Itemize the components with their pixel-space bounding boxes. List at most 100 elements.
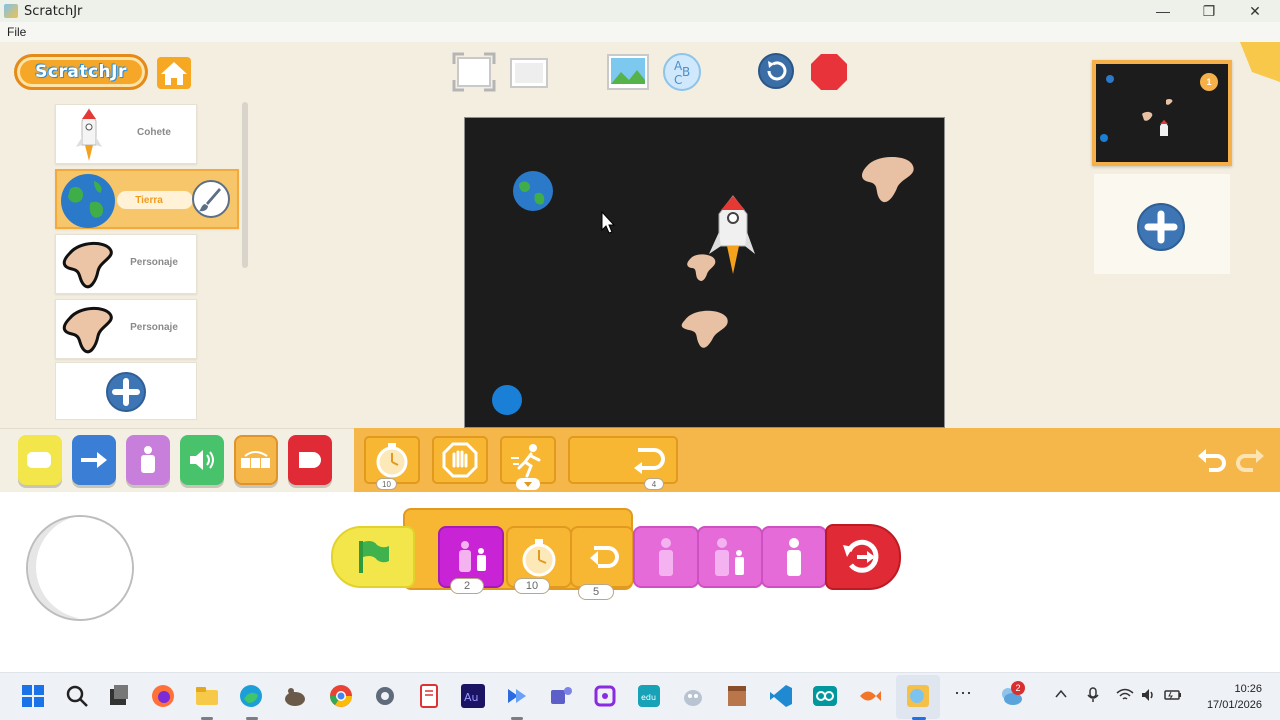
paint-brush-icon[interactable] (191, 179, 231, 219)
undo-button[interactable] (1194, 442, 1228, 476)
teams-icon[interactable] (548, 683, 574, 709)
gimp-icon[interactable] (282, 683, 308, 709)
minimize-button[interactable]: — (1140, 0, 1186, 22)
category-control[interactable] (234, 435, 278, 485)
full-screen-icon[interactable] (452, 52, 496, 92)
wait-block[interactable]: 10 (364, 436, 420, 490)
sprite-card-cohete[interactable]: Cohete (55, 104, 197, 164)
stage-canvas (492, 157, 914, 415)
character-sprite[interactable] (862, 157, 914, 203)
windows-start-icon[interactable] (20, 683, 46, 709)
category-end[interactable] (288, 435, 332, 485)
reset-icon[interactable] (757, 52, 795, 90)
character-shape-icon (62, 242, 113, 289)
repeat-forever-icon (843, 539, 879, 573)
page-thumbnail[interactable]: 1 (1092, 60, 1232, 166)
settings-gear-icon[interactable] (372, 683, 398, 709)
volume-icon[interactable] (1140, 687, 1156, 703)
looks-person-icon (141, 446, 155, 473)
speed-icon (511, 444, 541, 478)
stage[interactable] (464, 117, 945, 428)
sprite-card-personaje-2[interactable]: Personaje (55, 299, 197, 359)
scratchjr-taskbar-icon[interactable] (905, 683, 931, 709)
microphone-icon[interactable] (1086, 687, 1100, 703)
fish-app-icon[interactable] (856, 683, 882, 709)
redo-button[interactable] (1234, 442, 1268, 476)
sprite-list-scrollbar[interactable] (242, 102, 248, 268)
wait-icon (376, 443, 408, 478)
home-icon[interactable] (156, 56, 192, 90)
script-area[interactable]: 2 10 5 (0, 492, 1280, 672)
earth-sprite[interactable] (513, 171, 553, 211)
repeat-forever-block[interactable] (825, 524, 901, 590)
audition-icon[interactable]: Au (460, 683, 486, 709)
chevron-up-icon[interactable] (1054, 687, 1068, 701)
logo-text: ScratchJr (35, 62, 127, 82)
stop-block[interactable] (432, 436, 488, 484)
add-page-card (1094, 174, 1230, 274)
chevron-down-icon[interactable] (516, 478, 540, 490)
background-icon[interactable] (607, 54, 649, 90)
file-explorer-icon[interactable] (194, 683, 220, 709)
firefox-icon[interactable] (150, 683, 176, 709)
shrink-icon (659, 538, 673, 576)
sprite-card-tierra[interactable]: Tierra (55, 169, 239, 229)
sprite-name: Cohete (137, 127, 171, 138)
stop-icon[interactable] (809, 52, 849, 92)
show-block[interactable] (761, 526, 827, 588)
repeat-block[interactable]: 4 (568, 436, 678, 490)
project-info-flag[interactable] (1240, 42, 1280, 82)
grid-icon[interactable] (510, 58, 548, 88)
system-clock[interactable]: 10:26 17/01/2026 (1207, 681, 1262, 713)
blue-dot-sprite[interactable] (492, 385, 522, 415)
add-page-icon[interactable] (1136, 202, 1186, 252)
power-automate-icon[interactable] (504, 683, 530, 709)
taskbar-overflow-button[interactable]: ⋯ (954, 683, 972, 704)
maximize-button[interactable]: ❐ (1186, 0, 1232, 22)
character-sprite-2[interactable] (681, 310, 728, 348)
character-shape-icon (62, 307, 113, 354)
notes-app-icon[interactable] (416, 683, 442, 709)
edge-icon[interactable] (238, 683, 264, 709)
scratchjr-logo: ScratchJr (14, 54, 148, 90)
text-icon[interactable]: A B C (662, 52, 702, 92)
repeat-icon (634, 448, 665, 474)
search-icon[interactable] (64, 683, 90, 709)
chrome-icon[interactable] (328, 683, 354, 709)
sound-speaker-icon (190, 450, 214, 470)
motion-arrow-icon (81, 452, 107, 468)
title-bar: ScratchJr — ❐ ✕ (0, 0, 1280, 22)
green-flag-block[interactable] (331, 526, 415, 588)
edu-app-icon[interactable]: edu (636, 683, 662, 709)
block-palette: 10 4 (354, 428, 1280, 492)
svg-text:Au: Au (464, 691, 479, 704)
grow-block[interactable]: 2 (438, 526, 504, 594)
sprite-card-personaje[interactable]: Personaje (55, 234, 197, 294)
speed-block[interactable] (500, 436, 556, 490)
task-view-icon[interactable] (106, 683, 132, 709)
menu-file[interactable]: File (7, 25, 26, 39)
reset-size-block[interactable] (697, 526, 763, 588)
category-motion[interactable] (72, 435, 116, 485)
battery-icon[interactable] (1164, 687, 1182, 703)
add-sprite-card (55, 362, 197, 420)
add-sprite-icon[interactable] (105, 371, 147, 413)
arduino-icon[interactable] (812, 683, 838, 709)
scratch-cat-icon[interactable] (680, 683, 706, 709)
moon-cutout (36, 517, 132, 619)
rocket-sprite[interactable] (709, 195, 755, 274)
category-sound[interactable] (180, 435, 224, 485)
close-button[interactable]: ✕ (1232, 0, 1278, 22)
wifi-icon[interactable] (1116, 687, 1134, 703)
vscode-icon[interactable] (768, 683, 794, 709)
grow-param: 2 (450, 578, 484, 594)
category-triggering[interactable] (18, 435, 62, 485)
wait-block-script[interactable]: 10 (506, 526, 572, 594)
puzzle-app-icon[interactable] (592, 683, 618, 709)
shrink-block[interactable] (633, 526, 699, 588)
sprite-name: Personaje (130, 257, 178, 268)
repeat-end-block[interactable]: 5 (570, 526, 634, 600)
archive-app-icon[interactable] (724, 683, 750, 709)
character-sprite-small[interactable] (687, 254, 716, 281)
category-looks[interactable] (126, 435, 170, 485)
